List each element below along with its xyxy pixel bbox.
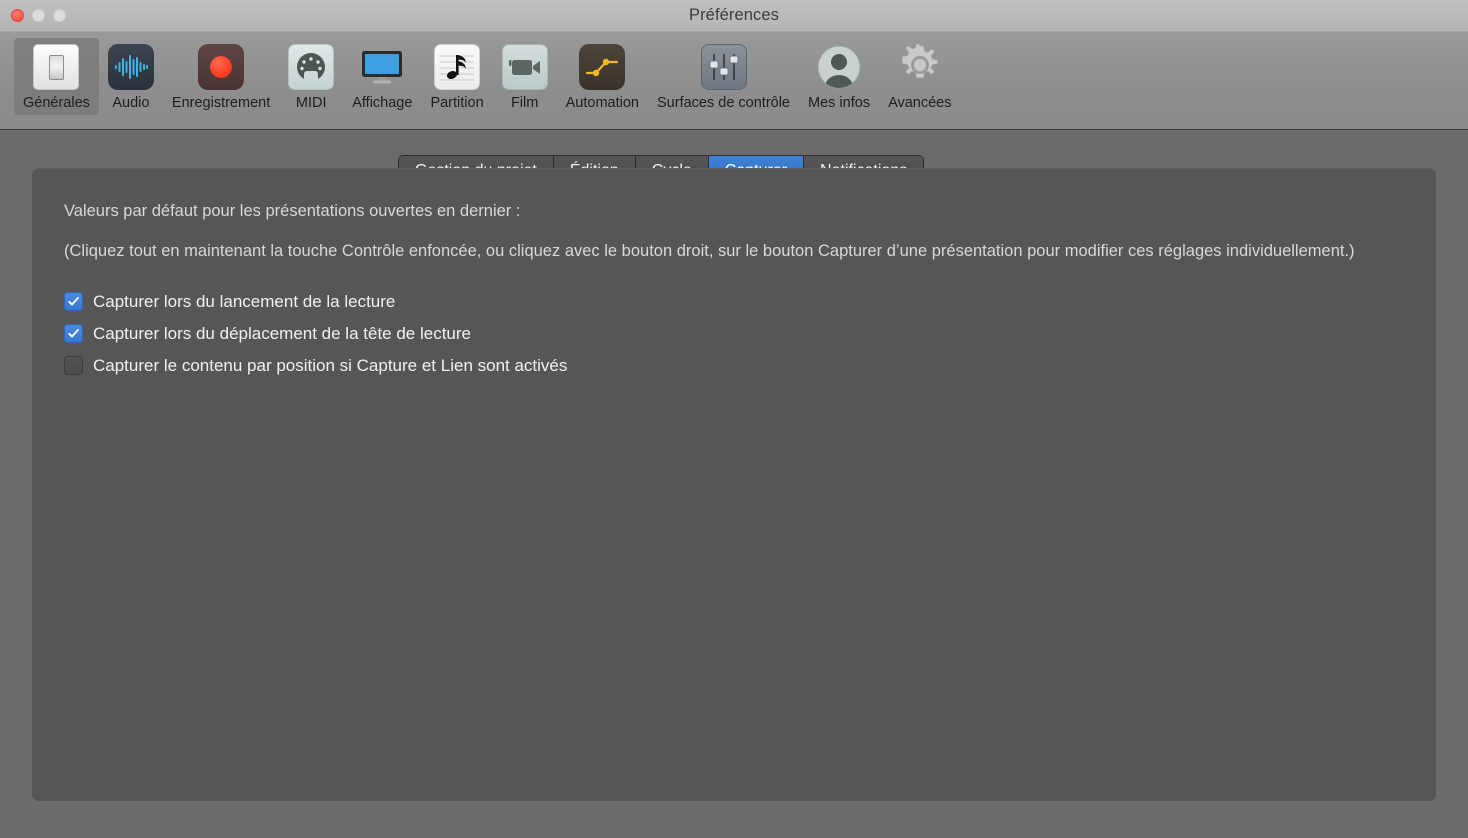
toolbar-item-avancees[interactable]: Avancées: [879, 38, 960, 115]
toolbar-label-automation: Automation: [565, 95, 639, 111]
settings-panel: Valeurs par défaut pour les présentation…: [32, 168, 1436, 801]
faders-icon: [700, 44, 747, 90]
checkmark-icon: [68, 296, 79, 306]
toolbar-label-audio: Audio: [112, 95, 150, 111]
checkbox-label-capture-on-playback-start: Capturer lors du lancement de la lecture: [93, 292, 396, 312]
light-switch-icon: [33, 44, 80, 90]
automation-curve-icon: [579, 44, 626, 90]
record-dot-icon: [198, 44, 245, 90]
music-note-staff-icon: [434, 44, 481, 90]
toolbar-item-enregistrement[interactable]: Enregistrement: [163, 38, 279, 115]
waveform-icon: [107, 44, 154, 90]
toolbar-label-mes-infos: Mes infos: [808, 95, 871, 111]
checkbox-row-capture-on-playhead-move[interactable]: Capturer lors du déplacement de la tête …: [64, 324, 1404, 344]
checkbox-row-capture-on-playback-start[interactable]: Capturer lors du lancement de la lecture: [64, 292, 1404, 312]
toolbar-item-surfaces-de-controle[interactable]: Surfaces de contrôle: [648, 38, 799, 115]
toolbar-label-midi: MIDI: [295, 95, 327, 111]
checkbox-capture-on-playback-start[interactable]: [64, 292, 83, 312]
maximize-button[interactable]: [53, 9, 66, 22]
minimize-button[interactable]: [32, 9, 45, 22]
panel-lead-text: Valeurs par défaut pour les présentation…: [64, 202, 521, 220]
toolbar-item-automation[interactable]: Automation: [557, 38, 648, 115]
preferences-window: Préférences Générales Audio Enregistreme…: [0, 0, 1468, 838]
toolbar-item-audio[interactable]: Audio: [99, 38, 163, 115]
toolbar-label-enregistrement: Enregistrement: [171, 95, 271, 111]
toolbar-item-mes-infos[interactable]: Mes infos: [799, 38, 879, 115]
content-area: Gestion du projet Édition Cycle Capturer…: [0, 130, 1468, 837]
toolbar-item-generales[interactable]: Générales: [14, 38, 99, 115]
gear-icon: [897, 44, 943, 90]
checkmark-icon: [68, 328, 79, 338]
toolbar-item-midi[interactable]: MIDI: [279, 38, 343, 115]
toolbar-label-partition: Partition: [430, 95, 484, 111]
video-camera-icon: [501, 44, 548, 90]
midi-din-connector-icon: [288, 44, 335, 90]
checkbox-capture-on-playhead-move[interactable]: [64, 324, 83, 344]
toolbar-item-affichage[interactable]: Affichage: [343, 38, 421, 115]
panel-note-text: (Cliquez tout en maintenant la touche Co…: [64, 241, 1355, 260]
checkbox-group: Capturer lors du lancement de la lecture…: [64, 292, 1404, 376]
window-title: Préférences: [688, 6, 780, 24]
toolbar-label-avancees: Avancées: [888, 95, 952, 111]
checkbox-row-capture-by-position[interactable]: Capturer le contenu par position si Capt…: [64, 356, 1404, 376]
toolbar-label-generales: Générales: [23, 95, 90, 111]
toolbar-label-film: Film: [510, 95, 539, 111]
toolbar-label-affichage: Affichage: [352, 95, 413, 111]
user-avatar-icon: [816, 44, 862, 90]
checkbox-capture-by-position[interactable]: [64, 356, 83, 376]
window-controls: [11, 9, 66, 22]
toolbar-item-partition[interactable]: Partition: [421, 38, 492, 115]
checkbox-label-capture-by-position: Capturer le contenu par position si Capt…: [93, 356, 568, 376]
toolbar-label-surfaces-de-controle: Surfaces de contrôle: [657, 95, 790, 111]
toolbar-item-film[interactable]: Film: [493, 38, 557, 115]
display-monitor-icon: [359, 44, 405, 90]
close-button[interactable]: [11, 9, 24, 22]
preferences-toolbar: Générales Audio Enregistrement MIDI Affi…: [0, 32, 1468, 130]
title-bar: Préférences: [0, 0, 1468, 32]
checkbox-label-capture-on-playhead-move: Capturer lors du déplacement de la tête …: [93, 324, 472, 344]
